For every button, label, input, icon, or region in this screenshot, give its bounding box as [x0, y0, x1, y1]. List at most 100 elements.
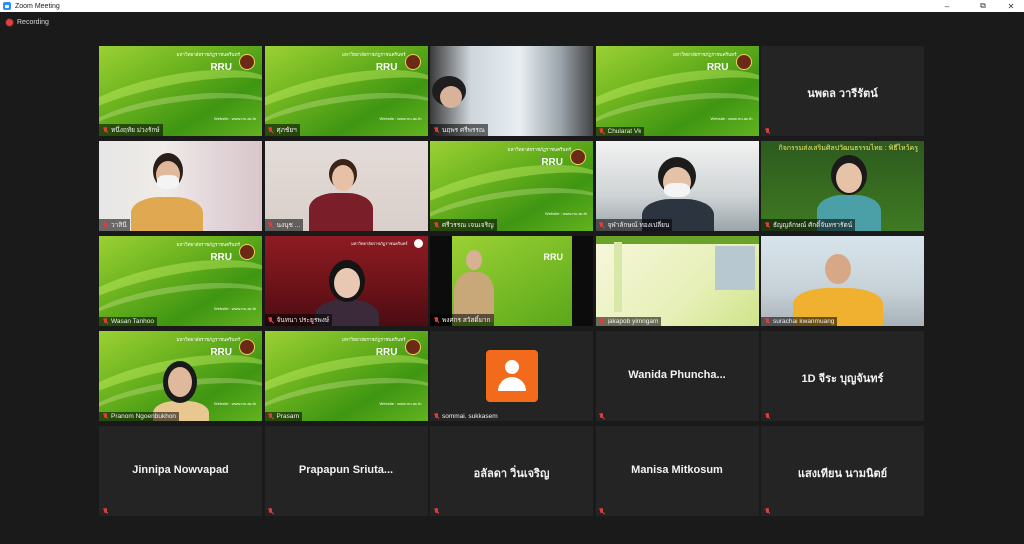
- participant-name-label: ศรีวรรณ เจนเจริญ: [430, 219, 497, 231]
- mic-muted-icon: [599, 128, 605, 135]
- participant-tile[interactable]: มหาวิทยาลัยราชภัฏราชนครินทร์ RRU Website…: [99, 236, 262, 326]
- participant-name: Chularat Vk: [607, 128, 642, 135]
- mic-muted-icon: [268, 413, 274, 420]
- participant-name-label: [761, 507, 776, 516]
- mic-muted-icon: [102, 508, 108, 515]
- rru-seal-icon: [570, 149, 586, 165]
- rru-website-text: Website : www.rru.ac.th: [545, 211, 587, 216]
- participant-tile[interactable]: Prapapun Sriuta...: [264, 426, 428, 516]
- mic-muted-icon: [764, 128, 770, 135]
- mic-muted-icon: [433, 126, 439, 134]
- participant-tile[interactable]: มหาวิทยาลัยราชภัฏราชนครินทร์ RRU Website…: [99, 46, 262, 136]
- minimize-button[interactable]: –: [936, 0, 958, 12]
- mic-muted-icon: [268, 221, 274, 229]
- participant-name-label: จันทนา ประยูรพงษ์: [264, 314, 333, 326]
- rru-seal-icon: [404, 339, 421, 355]
- mic-muted-icon: [599, 318, 605, 325]
- rru-website-text: Website : www.rru.ac.th: [379, 401, 422, 406]
- recording-indicator[interactable]: Recording: [6, 16, 49, 28]
- participant-tile[interactable]: sommai. sukkasem: [430, 331, 593, 421]
- window-title: Zoom Meeting: [15, 2, 60, 10]
- participant-tile[interactable]: 1D จีระ บุญจันทร์: [761, 331, 924, 421]
- participant-tile[interactable]: แสงเทียน นามนิตย์: [761, 426, 924, 516]
- participant-name-label: surachai kwanmuang: [761, 317, 838, 326]
- mic-muted-icon: [764, 413, 770, 420]
- rru-seal-icon: [239, 339, 255, 355]
- participant-tile[interactable]: surachai kwanmuang: [761, 236, 924, 326]
- participant-name-label: [99, 507, 114, 516]
- mic-muted-icon: [599, 508, 605, 515]
- participant-tile[interactable]: มหาวิทยาลัยราชภัฏราชนครินทร์ RRU Website…: [99, 331, 262, 421]
- rru-background: มหาวิทยาลัยราชภัฏราชนครินทร์ RRU Website…: [264, 331, 428, 421]
- rru-logo-text: RRU: [210, 347, 232, 358]
- participant-name: จันทนา ประยูรพงษ์: [276, 317, 330, 324]
- rru-university-text: มหาวิทยาลัยราชภัฏราชนครินทร์: [176, 52, 240, 57]
- participant-tile[interactable]: นพดล วารีรัตน์: [761, 46, 924, 136]
- participant-name-label: [761, 127, 776, 136]
- participant-name-label: jakapob yimngam: [595, 317, 662, 326]
- participant-name: ธัญญลักษณ์ ศักดิ์จันทรารัตน์: [773, 222, 853, 229]
- mic-muted-icon: [102, 318, 108, 325]
- participant-name: ศุภชัยฯ: [276, 127, 297, 134]
- participant-name-label: Pranom Ngoenbukhon: [99, 412, 180, 421]
- participant-display-name: นพดล วารีรัตน์: [807, 88, 878, 100]
- participant-name: วาสินี: [111, 222, 127, 229]
- participant-tile[interactable]: กิจกรรมส่งเสริมศิลปวัฒนธรรมไทย : พิธีไหว…: [761, 141, 924, 231]
- event-banner-title: กิจกรรมส่งเสริมศิลปวัฒนธรรมไทย : พิธีไหว…: [778, 145, 918, 152]
- participant-tile-active-speaker[interactable]: วาสินี: [99, 141, 262, 231]
- participant-tile[interactable]: มหาวิทยาลัยราชภัฏราชนครินทร์ RRU Website…: [430, 141, 593, 231]
- participant-name: Wasan Tanhoo: [111, 318, 155, 325]
- rru-website-text: Website : www.rru.ac.th: [214, 401, 256, 406]
- mic-muted-icon: [599, 221, 605, 229]
- mic-muted-icon: [433, 316, 439, 324]
- participant-name-label: sommai. sukkasem: [430, 412, 501, 421]
- recording-dot-icon: [6, 18, 13, 26]
- red-banner-text: มหาวิทยาลัยราชภัฏราชนครินทร์: [351, 241, 408, 246]
- mic-muted-icon: [433, 221, 439, 229]
- participant-tile[interactable]: อลัลดา วิ่นเจริญ: [430, 426, 593, 516]
- rru-website-text: Website : www.rru.ac.th: [379, 116, 422, 121]
- participant-display-name: Prapapun Sriuta...: [298, 464, 394, 476]
- rru-university-text: มหาวิทยาลัยราชภัฏราชนครินทร์: [176, 242, 240, 247]
- participant-name: ศรีวรรณ เจนเจริญ: [442, 222, 494, 229]
- participant-name-label: พงศกร สวัสดิ์มาก: [430, 314, 494, 326]
- participant-name: นงนุช ...: [276, 222, 301, 229]
- participant-name-label: หนึ่งฤทัย ม่วงรักษ์: [99, 124, 163, 136]
- participant-name: sommai. sukkasem: [442, 413, 498, 420]
- participant-display-name: 1D จีระ บุญจันทร์: [801, 373, 884, 385]
- participant-display-name: Manisa Mitkosum: [631, 464, 723, 476]
- maximize-button[interactable]: ⧉: [972, 0, 994, 12]
- mic-muted-icon: [268, 316, 274, 324]
- participant-tile[interactable]: มหาวิทยาลัยราชภัฏราชนครินทร์ RRU Website…: [264, 46, 428, 136]
- mic-muted-icon: [102, 126, 108, 134]
- participant-tile[interactable]: Jinnipa Nowvapad: [99, 426, 262, 516]
- default-avatar-icon: [486, 350, 538, 402]
- participant-tile[interactable]: มหาวิทยาลัยราชภัฏราชนครินทร์ RRU Website…: [595, 46, 759, 136]
- participant-tile[interactable]: Wanida Phuncha...: [595, 331, 759, 421]
- rru-logo-text: RRU: [706, 62, 729, 73]
- participant-name: หนึ่งฤทัย ม่วงรักษ์: [111, 127, 160, 134]
- close-button[interactable]: ✕: [1000, 0, 1022, 12]
- participant-tile[interactable]: มหาวิทยาลัยราชภัฏราชนครินทร์ RRU Website…: [264, 331, 428, 421]
- rru-seal-icon: [735, 54, 752, 70]
- participant-name: จุฬาลักษณ์ ทองเปลี่ยน: [607, 222, 670, 229]
- participant-name-label: [596, 507, 611, 516]
- mic-muted-icon: [433, 508, 439, 515]
- participant-name-label: วาสินี: [99, 219, 130, 231]
- participant-tile[interactable]: จุฬาลักษณ์ ทองเปลี่ยน: [595, 141, 759, 231]
- rru-seal-icon: [239, 244, 255, 260]
- participant-display-name: Jinnipa Nowvapad: [132, 464, 229, 476]
- rru-logo-text: RRU: [543, 252, 564, 262]
- participant-name: นฤพร ศรีพรรณ: [442, 127, 485, 134]
- shared-slide-background: [595, 236, 759, 326]
- participant-tile[interactable]: RRU พงศกร สวัสดิ์มาก: [430, 236, 593, 326]
- participant-tile[interactable]: นงนุช ...: [264, 141, 428, 231]
- rru-logo-text: RRU: [375, 62, 398, 73]
- participant-tile[interactable]: นฤพร ศรีพรรณ: [430, 46, 593, 136]
- participant-tile[interactable]: jakapob yimngam: [595, 236, 759, 326]
- participant-name: surachai kwanmuang: [773, 318, 835, 325]
- participant-tile[interactable]: Manisa Mitkosum: [595, 426, 759, 516]
- rru-logo-text: RRU: [210, 252, 232, 263]
- participant-tile[interactable]: มหาวิทยาลัยราชภัฏราชนครินทร์ จันทนา ประย…: [264, 236, 428, 326]
- rru-seal-icon: [404, 54, 421, 70]
